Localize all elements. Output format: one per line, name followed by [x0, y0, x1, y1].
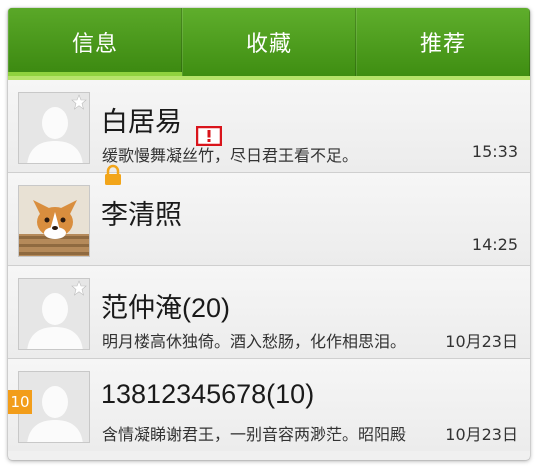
conversation-list: 白居易 缓歌慢舞凝丝竹，尽日君王看不足。 15:33 李清照 14:25 范仲淹… [8, 80, 530, 451]
app-window: 信息 收藏 推荐 白居易 缓歌慢舞凝丝竹，尽日君王看不足。 15:33 李清照 … [8, 8, 530, 460]
tab-recommend[interactable]: 推荐 [356, 8, 530, 76]
conversation-row[interactable]: 范仲淹(20) 明月楼高休独倚。酒入愁肠，化作相思泪。 10月23日 [8, 266, 530, 359]
message-time: 10月23日 [445, 425, 518, 444]
tab-messages[interactable]: 信息 [8, 8, 182, 76]
message-preview: 明月楼高休独倚。酒入愁肠，化作相思泪。 [102, 332, 407, 351]
unread-count-badge: 10 [8, 390, 32, 414]
message-time: 14:25 [471, 235, 518, 254]
conversation-row[interactable]: 白居易 缓歌慢舞凝丝竹，尽日君王看不足。 15:33 [8, 80, 530, 173]
message-time: 15:33 [471, 142, 518, 161]
message-preview: 含情凝睇谢君王，一别音容两渺茫。昭阳殿 [102, 425, 407, 444]
conversation-row[interactable]: 13812345678(10) 含情凝睇谢君王，一别音容两渺茫。昭阳殿 10月2… [8, 359, 530, 451]
message-time: 10月23日 [445, 332, 518, 351]
contact-name: 13812345678(10) [101, 379, 315, 409]
avatar [18, 278, 90, 350]
star-icon [71, 94, 87, 110]
avatar [18, 185, 90, 257]
contact-name: 白居易 [101, 107, 182, 137]
message-preview: 缓歌慢舞凝丝竹，尽日君王看不足。 [102, 146, 359, 165]
star-icon [71, 280, 87, 296]
tab-bar: 信息 收藏 推荐 [8, 8, 530, 80]
lock-icon [105, 164, 121, 185]
tab-favorites[interactable]: 收藏 [182, 8, 356, 76]
active-tab-indicator [8, 72, 182, 76]
contact-name: 范仲淹(20) [101, 293, 231, 323]
contact-name: 李清照 [101, 200, 182, 230]
corgi-photo-icon [19, 186, 89, 256]
avatar [18, 92, 90, 164]
alert-icon [196, 126, 222, 146]
conversation-row[interactable]: 李清照 14:25 [8, 173, 530, 266]
